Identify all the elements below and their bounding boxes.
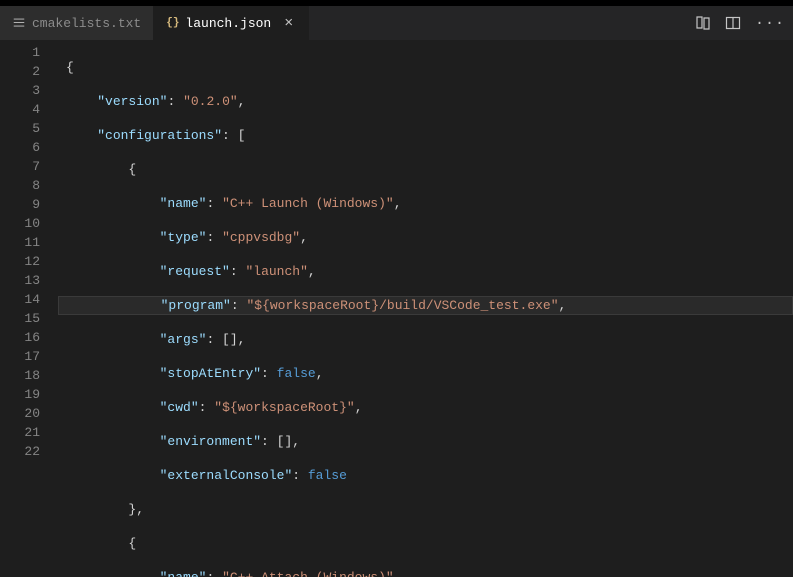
code-line[interactable]: "type": "cppvsdbg", bbox=[58, 228, 793, 247]
tab-actions: ··· bbox=[695, 6, 793, 40]
line-number: 6 bbox=[0, 138, 58, 157]
line-number: 1 bbox=[0, 43, 58, 62]
tab-label: cmakelists.txt bbox=[32, 16, 141, 31]
line-number: 9 bbox=[0, 195, 58, 214]
line-number: 7 bbox=[0, 157, 58, 176]
more-icon[interactable]: ··· bbox=[755, 15, 785, 32]
line-number: 2 bbox=[0, 62, 58, 81]
code-line[interactable]: "configurations": [ bbox=[58, 126, 793, 145]
code-line[interactable]: }, bbox=[58, 500, 793, 519]
code-line[interactable]: { bbox=[58, 58, 793, 77]
code-line[interactable]: "request": "launch", bbox=[58, 262, 793, 281]
line-number: 19 bbox=[0, 385, 58, 404]
tab-cmakelists[interactable]: cmakelists.txt bbox=[0, 6, 154, 40]
line-number: 20 bbox=[0, 404, 58, 423]
line-number: 17 bbox=[0, 347, 58, 366]
line-number: 4 bbox=[0, 100, 58, 119]
line-number: 5 bbox=[0, 119, 58, 138]
line-number: 11 bbox=[0, 233, 58, 252]
line-number: 3 bbox=[0, 81, 58, 100]
editor: 1 2 3 4 5 6 7 8 9 10 11 12 13 14 15 16 1… bbox=[0, 41, 793, 577]
tab-bar: cmakelists.txt {} launch.json × ··· bbox=[0, 6, 793, 41]
code-line[interactable]: "args": [], bbox=[58, 330, 793, 349]
line-number: 8 bbox=[0, 176, 58, 195]
code-line[interactable]: "externalConsole": false bbox=[58, 466, 793, 485]
line-number: 18 bbox=[0, 366, 58, 385]
line-number: 14 bbox=[0, 290, 58, 309]
code-line[interactable]: "environment": [], bbox=[58, 432, 793, 451]
code-line[interactable]: "name": "C++ Attach (Windows)", bbox=[58, 568, 793, 577]
lines-icon bbox=[12, 16, 26, 30]
line-number: 15 bbox=[0, 309, 58, 328]
line-number: 16 bbox=[0, 328, 58, 347]
gutter: 1 2 3 4 5 6 7 8 9 10 11 12 13 14 15 16 1… bbox=[0, 41, 58, 577]
tab-launch-json[interactable]: {} launch.json × bbox=[154, 6, 309, 40]
line-number: 21 bbox=[0, 423, 58, 442]
code-line[interactable]: { bbox=[58, 160, 793, 179]
compare-icon[interactable] bbox=[695, 15, 711, 31]
line-number: 10 bbox=[0, 214, 58, 233]
code-line[interactable]: "cwd": "${workspaceRoot}", bbox=[58, 398, 793, 417]
code-line[interactable]: { bbox=[58, 534, 793, 553]
braces-icon: {} bbox=[166, 17, 179, 29]
code-line[interactable]: "name": "C++ Launch (Windows)", bbox=[58, 194, 793, 213]
line-number: 13 bbox=[0, 271, 58, 290]
line-number: 22 bbox=[0, 442, 58, 461]
tab-label: launch.json bbox=[185, 16, 271, 31]
line-number: 12 bbox=[0, 252, 58, 271]
code-line-highlighted[interactable]: "program": "${workspaceRoot}/build/VSCod… bbox=[58, 296, 793, 315]
close-icon[interactable]: × bbox=[281, 16, 296, 31]
code-area[interactable]: { "version": "0.2.0", "configurations": … bbox=[58, 41, 793, 577]
code-line[interactable]: "stopAtEntry": false, bbox=[58, 364, 793, 383]
code-line[interactable]: "version": "0.2.0", bbox=[58, 92, 793, 111]
split-editor-icon[interactable] bbox=[725, 15, 741, 31]
